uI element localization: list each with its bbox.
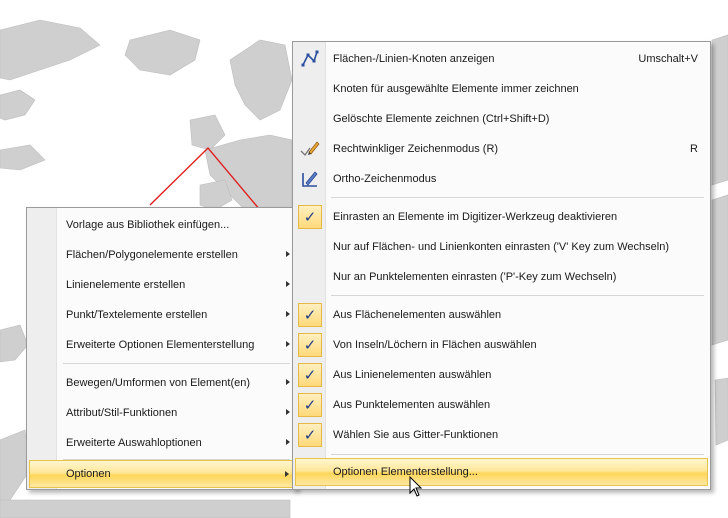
menu-item-label: Bewegen/Umformen von Element(en)	[66, 377, 251, 389]
map-land	[0, 499, 291, 518]
menu-item-create-lines[interactable]: Linienelemente erstellen	[29, 271, 294, 299]
menu-item-advanced-creation[interactable]: Erweiterte Optionen Elementerstellung	[29, 331, 294, 359]
menu-item-label: Ortho-Zeichenmodus	[333, 173, 437, 185]
menu-item-always-draw-nodes[interactable]: Knoten für ausgewählte Elemente immer ze…	[295, 75, 708, 103]
menu-separator	[331, 454, 704, 455]
menu-item-insert-template[interactable]: Vorlage aus Bibliothek einfügen...	[29, 211, 294, 239]
map-land	[124, 29, 201, 76]
map-land	[714, 377, 728, 446]
menu-item-label: Von Inseln/Löchern in Flächen auswählen	[333, 339, 537, 351]
submenu-arrow-icon	[286, 409, 290, 415]
submenu-arrow-icon	[286, 379, 290, 385]
menu-item-label: Flächen-/Linien-Knoten anzeigen	[333, 53, 495, 65]
menu-item-label: Aus Flächenelementen auswählen	[333, 309, 502, 321]
menu-item-label: Flächen/Polygonelemente erstellen	[66, 249, 238, 261]
checkmark-icon: ✓	[298, 333, 322, 357]
pencil-check-icon	[300, 141, 320, 157]
submenu-arrow-icon	[285, 471, 289, 477]
menu-item-label: Rechtwinkliger Zeichenmodus (R)	[333, 143, 499, 155]
mouse-cursor-icon	[409, 476, 423, 497]
map-land	[711, 194, 728, 346]
menu-item-snap-points[interactable]: Nur an Punktelementen einrasten ('P'-Key…	[295, 263, 708, 291]
menu-item-select-points[interactable]: ✓ Aus Punktelementen auswählen	[295, 391, 708, 419]
checkmark-icon: ✓	[298, 303, 322, 327]
checkmark-icon: ✓	[298, 393, 322, 417]
menu-item-label: Erweiterte Optionen Elementerstellung	[66, 339, 255, 351]
menu-item-label: Linienelemente erstellen	[66, 279, 186, 291]
map-land	[711, 34, 728, 186]
menu-item-create-polygons[interactable]: Flächen/Polygonelemente erstellen	[29, 241, 294, 269]
submenu-arrow-icon	[286, 439, 290, 445]
submenu-arrow-icon	[286, 281, 290, 287]
map-land	[0, 89, 36, 121]
menu-item-shortcut: R	[690, 143, 698, 155]
menu-item-select-grid[interactable]: ✓ Wählen Sie aus Gitter-Funktionen	[295, 421, 708, 449]
menu-item-options[interactable]: Optionen	[29, 460, 294, 488]
menu-item-label: Punkt/Textelemente erstellen	[66, 309, 208, 321]
context-menu-left: Vorlage aus Bibliothek einfügen... Fläch…	[26, 207, 297, 490]
submenu-arrow-icon	[286, 311, 290, 317]
menu-item-create-points[interactable]: Punkt/Textelemente erstellen	[29, 301, 294, 329]
checkmark-icon: ✓	[298, 205, 322, 229]
menu-item-label: Aus Linienelementen auswählen	[333, 369, 492, 381]
ortho-draw-icon	[302, 171, 318, 187]
menu-item-disable-snapping[interactable]: ✓ Einrasten an Elemente im Digitizer-Wer…	[295, 203, 708, 231]
checkmark-icon: ✓	[298, 423, 322, 447]
checkmark-icon: ✓	[298, 363, 322, 387]
menu-item-right-angle-mode[interactable]: Rechtwinkliger Zeichenmodus (R) R	[295, 135, 708, 163]
submenu-arrow-icon	[286, 251, 290, 257]
map-land	[0, 324, 29, 363]
map-land	[189, 114, 226, 151]
menu-separator	[63, 363, 290, 364]
menu-item-draw-deleted[interactable]: Gelöschte Elemente zeichnen (Ctrl+Shift+…	[295, 105, 708, 133]
map-land	[0, 144, 46, 171]
menu-item-attribute-style[interactable]: Attribut/Stil-Funktionen	[29, 399, 294, 427]
menu-item-label: Aus Punktelementen auswählen	[333, 399, 491, 411]
menu-item-snap-area-line[interactable]: Nur auf Flächen- und Linienkonten einras…	[295, 233, 708, 261]
menu-item-creation-options[interactable]: Optionen Elementerstellung...	[295, 458, 708, 486]
nodes-icon	[301, 50, 319, 67]
menu-item-move-reshape[interactable]: Bewegen/Umformen von Element(en)	[29, 369, 294, 397]
menu-item-show-nodes[interactable]: Flächen-/Linien-Knoten anzeigen Umschalt…	[295, 45, 708, 73]
menu-separator	[331, 197, 704, 198]
menu-item-label: Vorlage aus Bibliothek einfügen...	[66, 219, 230, 231]
menu-item-label: Gelöschte Elemente zeichnen (Ctrl+Shift+…	[333, 113, 550, 125]
map-land	[0, 19, 101, 81]
menu-item-label: Einrasten an Elemente im Digitizer-Werkz…	[333, 211, 618, 223]
menu-item-label: Erweiterte Auswahloptionen	[66, 437, 202, 449]
menu-item-advanced-selection[interactable]: Erweiterte Auswahloptionen	[29, 429, 294, 457]
menu-separator	[331, 295, 704, 296]
menu-item-ortho-mode[interactable]: Ortho-Zeichenmodus	[295, 165, 708, 193]
menu-item-label: Attribut/Stil-Funktionen	[66, 407, 178, 419]
menu-item-label: Nur auf Flächen- und Linienkonten einras…	[333, 241, 670, 253]
map-land	[229, 39, 293, 121]
menu-item-select-holes[interactable]: ✓ Von Inseln/Löchern in Flächen auswähle…	[295, 331, 708, 359]
menu-item-label: Nur an Punktelementen einrasten ('P'-Key…	[333, 271, 617, 283]
menu-item-select-lines[interactable]: ✓ Aus Linienelementen auswählen	[295, 361, 708, 389]
menu-item-label: Optionen	[66, 468, 111, 480]
menu-item-select-areas[interactable]: ✓ Aus Flächenelementen auswählen	[295, 301, 708, 329]
menu-item-label: Knoten für ausgewählte Elemente immer ze…	[333, 83, 579, 95]
menu-item-label: Optionen Elementerstellung...	[333, 466, 478, 478]
menu-item-shortcut: Umschalt+V	[638, 53, 698, 65]
context-submenu-options: Flächen-/Linien-Knoten anzeigen Umschalt…	[292, 41, 711, 490]
submenu-arrow-icon	[286, 341, 290, 347]
menu-item-label: Wählen Sie aus Gitter-Funktionen	[333, 429, 499, 441]
